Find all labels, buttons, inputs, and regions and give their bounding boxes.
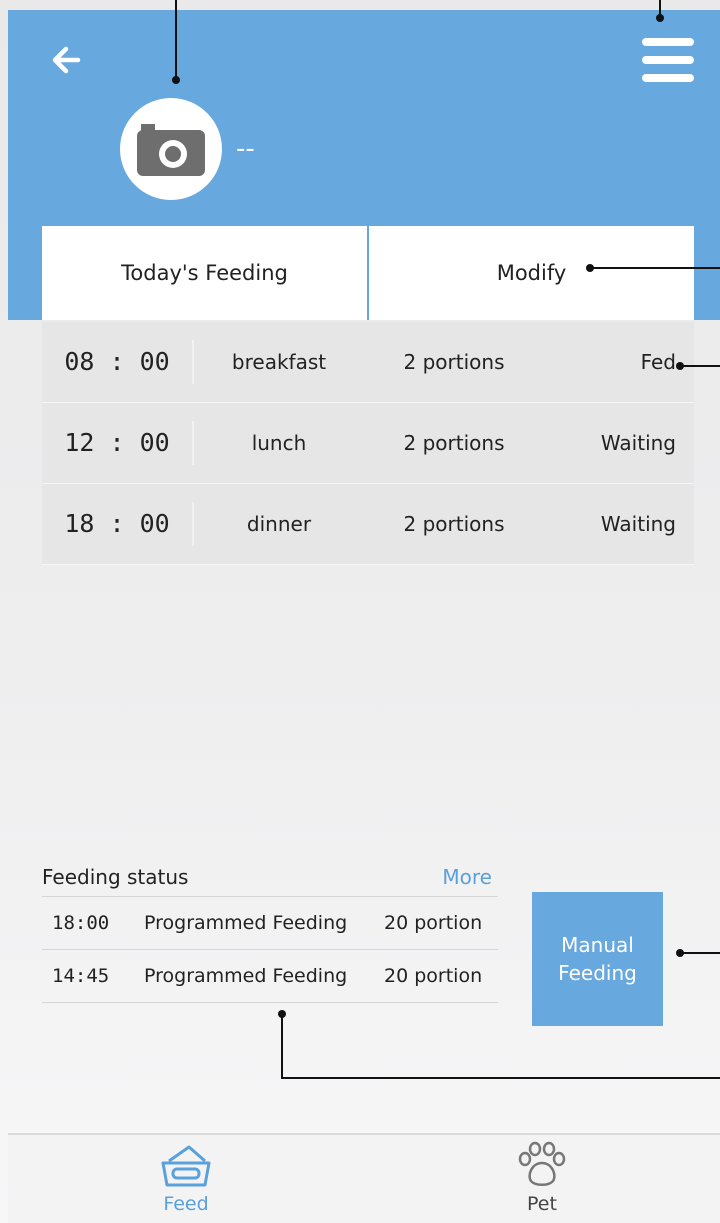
annotation-callouts (172, 0, 720, 1079)
nav-label-feed: Feed (163, 1193, 209, 1215)
nav-item-pet[interactable]: Pet (364, 1135, 720, 1223)
nav-item-feed[interactable]: Feed (8, 1135, 364, 1223)
nav-label-pet: Pet (527, 1193, 557, 1215)
bottom-nav: Feed Pet (8, 1133, 720, 1223)
app-screen: -- Today's Feeding Modify 08 : 00 breakf… (0, 0, 720, 1223)
feed-icon (161, 1145, 211, 1187)
paw-icon (518, 1141, 566, 1186)
